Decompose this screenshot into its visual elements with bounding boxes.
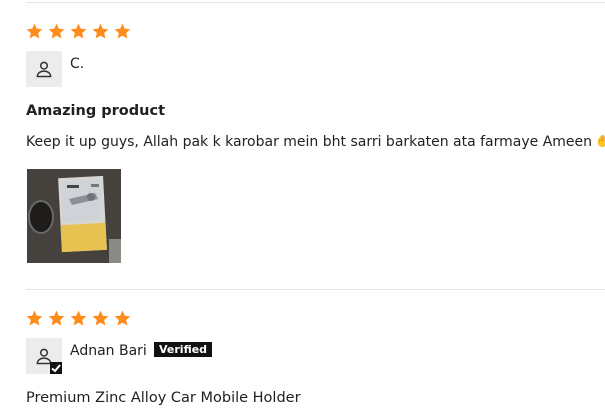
star-icon	[70, 23, 87, 39]
star-icon	[92, 23, 109, 39]
star-icon	[26, 310, 43, 326]
reviewer-name: Adnan Bari	[70, 343, 147, 359]
review-divider	[26, 289, 605, 290]
review-title: Premium Zinc Alloy Car Mobile Holder	[26, 390, 301, 406]
verified-check-icon	[50, 362, 62, 374]
review-body-text: Keep it up guys, Allah pak k karobar mei…	[26, 134, 593, 150]
star-icon	[70, 310, 87, 326]
reviewer-name: C.	[70, 56, 85, 72]
review-divider-top	[26, 2, 605, 3]
user-icon	[36, 61, 52, 78]
review-photo[interactable]	[27, 169, 121, 263]
avatar	[26, 51, 62, 87]
review-title: Amazing product	[26, 103, 165, 119]
review-body: Keep it up guys, Allah pak k karobar mei…	[26, 134, 605, 150]
star-rating-1	[25, 22, 132, 41]
praying-hands-emoji: 🤲	[596, 134, 605, 150]
star-icon	[114, 310, 131, 326]
star-icon	[92, 310, 109, 326]
review-photo-image	[27, 169, 121, 263]
star-icon	[26, 23, 43, 39]
star-icon	[114, 23, 131, 39]
star-icon	[48, 23, 65, 39]
avatar	[26, 338, 62, 374]
star-rating-2	[25, 309, 132, 328]
star-icon	[48, 310, 65, 326]
verified-badge: Verified	[154, 342, 213, 357]
